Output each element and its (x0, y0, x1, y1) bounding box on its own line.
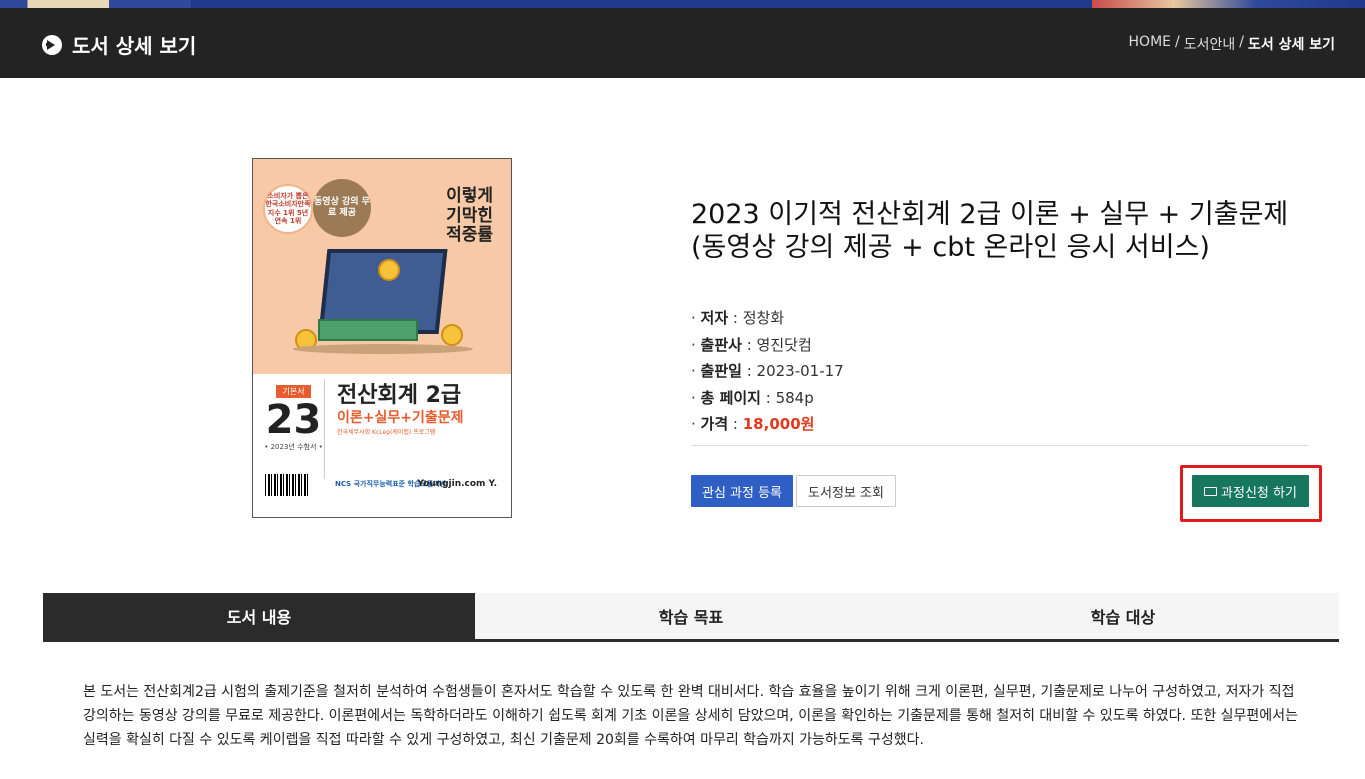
breadcrumb-current: 도서 상세 보기 (1247, 37, 1335, 53)
info-price: · 가격 : 18,000원 (691, 415, 815, 433)
main-content: 소비자가 뽑은 한국소비자만족지수 1위 5년 연속 1위 동영상 강의 무료 … (0, 78, 1365, 779)
info-label: 출판사 (700, 335, 742, 354)
cover-year: 23 (265, 397, 322, 443)
detail-tabs: 도서 내용 학습 목표 학습 대상 (43, 593, 1339, 642)
cover-year-box: 기본서 23 • 2023년 수험서 • (263, 379, 325, 479)
book-title: 2023 이기적 전산회계 2급 이론 + 실무 + 기출문제 (동영상 강의 … (691, 198, 1331, 264)
tab-content-panel: 본 도서는 전산회계2급 시험의 출제기준을 철저히 분석하여 수험생들이 혼자… (43, 642, 1339, 779)
arrow-circle-right-icon (42, 34, 62, 55)
apply-course-label: 과정신청 하기 (1221, 485, 1297, 501)
cover-slogan-line: 이렇게 (446, 186, 493, 206)
cover-money-art (318, 319, 418, 341)
coin-icon (441, 324, 463, 346)
book-title-line2: (동영상 강의 제공 + cbt 온라인 응시 서비스) (691, 232, 1210, 263)
info-publisher: · 출판사 : 영진닷컴 (691, 335, 812, 354)
info-value: 정창화 (742, 309, 785, 327)
breadcrumb-home[interactable]: HOME (1129, 34, 1171, 54)
cover-award-badge: 소비자가 뽑은 한국소비자만족지수 1위 5년 연속 1위 (263, 184, 313, 234)
coin-icon (378, 259, 400, 281)
breadcrumb-separator: / (1239, 34, 1244, 50)
add-interest-button[interactable]: 관심 과정 등록 (691, 475, 793, 507)
info-value: 영진닷컴 (756, 335, 812, 354)
divider (691, 445, 1309, 446)
page-title: 도서 상세 보기 (42, 30, 196, 59)
cover-title: 전산회계 2급 (337, 383, 462, 408)
info-author: · 저자 : 정창화 (691, 309, 785, 327)
info-pages: · 총 페이지 : 584p (691, 388, 814, 407)
info-label: 총 페이지 (700, 388, 761, 407)
cover-edition: • 2023년 수험서 • (264, 443, 323, 451)
breadcrumb-separator: / (1175, 34, 1180, 50)
cover-slogan-line: 적중률 (446, 225, 493, 246)
info-label: 출판일 (700, 362, 742, 380)
info-label: 가격 (700, 415, 729, 433)
page-header: 도서 상세 보기 HOME / 도서안내 / 도서 상세 보기 (0, 8, 1365, 78)
cover-subtitle: 이론+실무+기출문제 (337, 410, 464, 426)
info-value: 2023-01-17 (756, 362, 844, 380)
info-price-value: 18,000원 (742, 415, 815, 433)
info-label: 저자 (700, 309, 729, 327)
tab-target-audience[interactable]: 학습 대상 (907, 593, 1339, 639)
cover-floor-art (293, 344, 473, 354)
barcode-icon (265, 474, 309, 496)
info-date: · 출판일 : 2023-01-17 (691, 362, 844, 380)
cover-slogan-line: 기막힌 (446, 205, 493, 226)
cover-program: 한국세무사회 KcLep(케이랩) 프로그램 (337, 429, 436, 436)
top-decorative-strip (0, 0, 1365, 8)
page-title-text: 도서 상세 보기 (72, 34, 197, 58)
breadcrumb: HOME / 도서안내 / 도서 상세 보기 (1129, 34, 1335, 54)
cover-publisher-logo: Youngjin.com Y. (417, 479, 497, 489)
cover-video-badge: 동영상 강의 무료 제공 (313, 179, 371, 237)
book-title-line1: 2023 이기적 전산회계 2급 이론 + 실무 + 기출문제 (691, 199, 1289, 230)
breadcrumb-book-guide[interactable]: 도서안내 (1184, 34, 1236, 54)
cover-slogan: 이렇게 기막힌 적중률 (446, 186, 493, 246)
tab-learning-goals[interactable]: 학습 목표 (475, 593, 907, 639)
ticket-icon (1204, 486, 1218, 496)
book-description: 본 도서는 전산회계2급 시험의 출제기준을 철저히 분석하여 수험생들이 혼자… (83, 684, 1298, 748)
info-value: 584p (775, 388, 814, 407)
book-info-list: · 저자 : 정창화 · 출판사 : 영진닷컴 · 출판일 : 2023-01-… (691, 305, 844, 438)
apply-course-button[interactable]: 과정신청 하기 (1192, 475, 1309, 507)
tab-book-content[interactable]: 도서 내용 (43, 593, 475, 639)
book-cover-image: 소비자가 뽑은 한국소비자만족지수 1위 5년 연속 1위 동영상 강의 무료 … (252, 158, 512, 518)
book-info-button[interactable]: 도서정보 조회 (796, 475, 896, 507)
